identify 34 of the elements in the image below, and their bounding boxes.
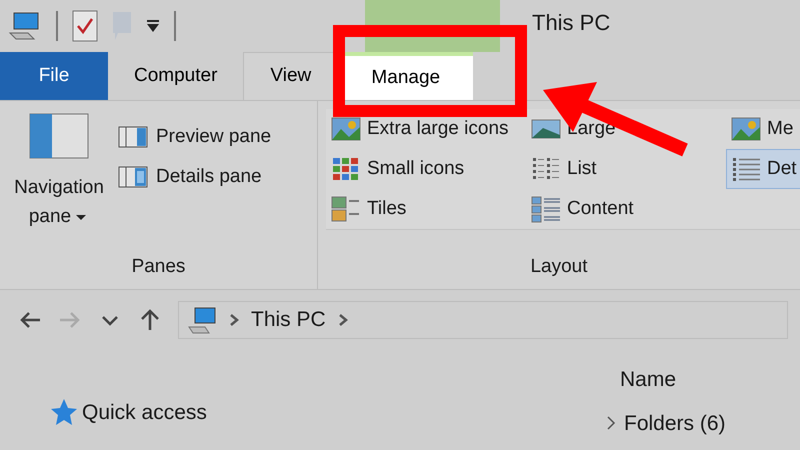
computer-icon xyxy=(187,306,217,334)
tiles-icon xyxy=(331,195,361,223)
ribbon-button[interactable]: Details pane xyxy=(118,157,272,197)
ribbon-tab[interactable]: File xyxy=(0,52,108,100)
picture-icon xyxy=(731,115,761,143)
ribbon-button[interactable]: Preview pane xyxy=(118,117,272,157)
properties-icon[interactable] xyxy=(72,10,98,42)
icon-grid-icon xyxy=(331,155,361,183)
layout-option[interactable]: Small icons xyxy=(326,149,526,189)
group-label: Panes xyxy=(132,256,186,276)
preview-pane-icon xyxy=(118,125,148,149)
layout-option[interactable]: List xyxy=(526,149,726,189)
column-header[interactable]: Name xyxy=(620,364,726,396)
window-title: This PC xyxy=(531,9,610,37)
group-label: Layout xyxy=(530,256,588,276)
layout-option[interactable]: Det xyxy=(726,149,800,189)
customize-dropdown-icon[interactable] xyxy=(146,19,160,33)
content-list-icon xyxy=(531,195,561,223)
breadcrumb-item[interactable]: This PC xyxy=(251,304,326,336)
chevron-right-icon xyxy=(229,313,239,327)
navigation-pane-button[interactable]: Navigation pane xyxy=(0,101,118,252)
layout-option[interactable]: Tiles xyxy=(326,189,526,229)
details-pane-icon xyxy=(118,165,148,189)
layout-option[interactable]: Content xyxy=(526,189,726,229)
chevron-right-icon xyxy=(338,313,348,327)
star-icon xyxy=(50,398,78,426)
details-list-icon xyxy=(731,155,761,183)
layout-option[interactable]: Me xyxy=(726,109,800,149)
ribbon-tab[interactable]: Computer xyxy=(108,52,244,100)
chevron-right-icon xyxy=(606,415,616,432)
address-bar[interactable]: This PC xyxy=(178,301,788,339)
navigation-pane-icon xyxy=(29,113,89,159)
picture-icon xyxy=(331,115,361,143)
layout-option[interactable]: Extra large icons xyxy=(326,109,526,149)
